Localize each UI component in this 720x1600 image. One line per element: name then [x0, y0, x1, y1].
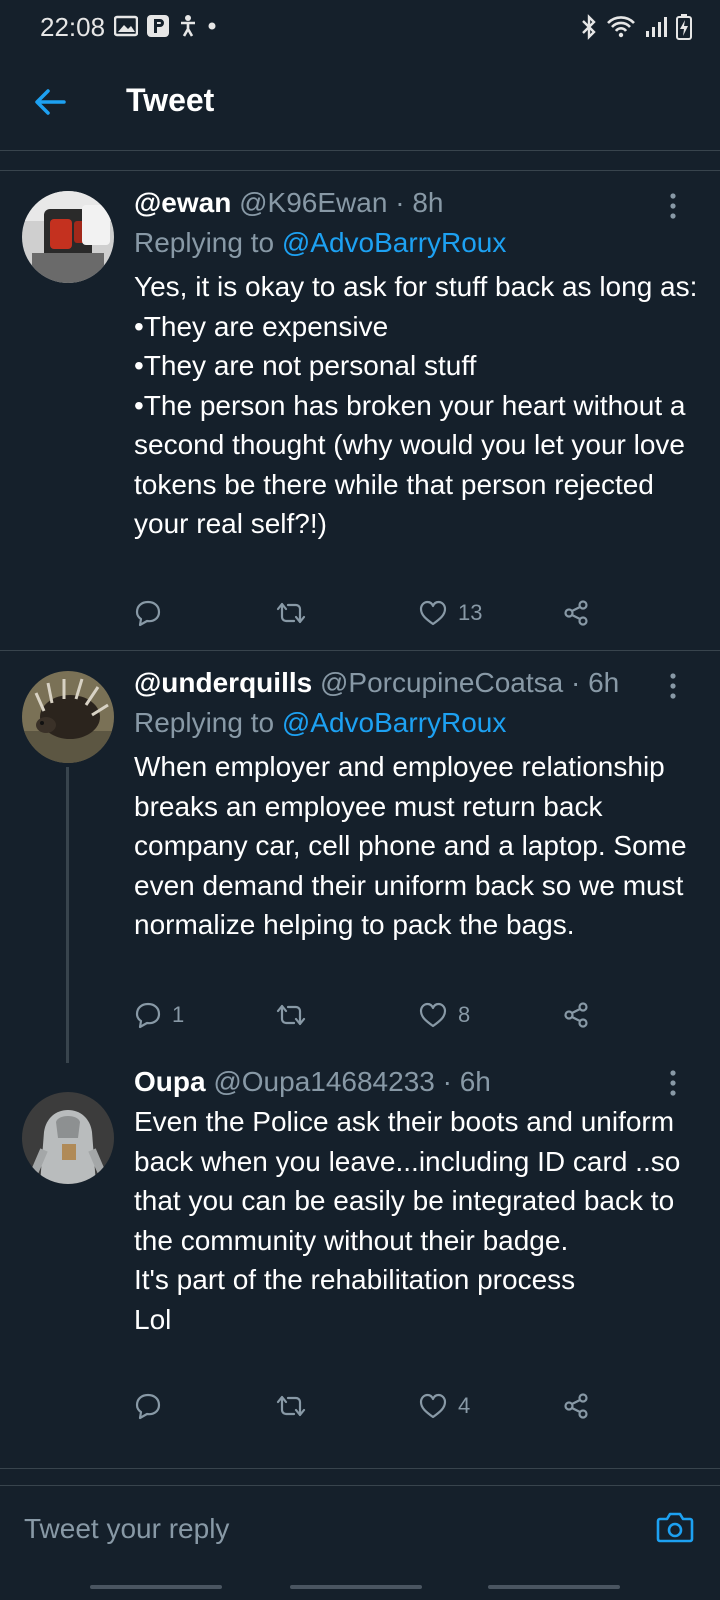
gallery-icon: [114, 15, 138, 37]
like-count: 13: [458, 600, 483, 625]
retweet-button[interactable]: [274, 593, 318, 633]
tweet-actions: 4: [134, 1386, 634, 1426]
more-vertical-icon: [670, 1070, 676, 1096]
like-button[interactable]: 4: [418, 1386, 470, 1426]
tweet-actions: 1 8: [134, 995, 634, 1035]
status-bar: 22:08: [0, 0, 720, 52]
tweet-header: @underquills @PorcupineCoatsa · 6h: [134, 667, 619, 699]
camera-button[interactable]: [656, 1510, 694, 1544]
more-options-button[interactable]: [665, 671, 681, 701]
battery-icon: [676, 14, 692, 40]
wifi-icon: [607, 16, 635, 38]
separator-dot: ·: [395, 187, 405, 218]
more-vertical-icon: [670, 673, 676, 699]
separator-dot: ·: [442, 1066, 452, 1097]
comment-icon: [135, 600, 161, 627]
nav-recents-indicator[interactable]: [488, 1585, 620, 1589]
tweet-text: Yes, it is okay to ask for stuff back as…: [134, 271, 698, 539]
user-display-name[interactable]: Oupa: [134, 1066, 206, 1097]
avatar[interactable]: [22, 191, 114, 283]
retweet-button[interactable]: [274, 1386, 318, 1426]
like-count: 4: [458, 1393, 471, 1418]
tweet-header: Oupa @Oupa14684233 · 6h: [134, 1066, 491, 1098]
dot-icon: [208, 22, 216, 30]
share-icon: [564, 1002, 588, 1028]
comment-icon: [135, 1393, 161, 1420]
tweet-header: @ewan @K96Ewan · 8h: [134, 187, 443, 219]
heart-icon: [419, 1393, 447, 1419]
status-left-icons: [114, 14, 218, 38]
reply-button[interactable]: [134, 593, 172, 633]
replying-to-label: Replying to: [134, 707, 275, 738]
tweet-actions: 13: [134, 593, 634, 633]
retweet-icon: [276, 602, 306, 624]
reply-button[interactable]: 1: [134, 995, 184, 1035]
tweet-text: Even the Police ask their boots and unif…: [134, 1106, 681, 1335]
nav-home-indicator[interactable]: [290, 1585, 422, 1589]
avatar[interactable]: [22, 1092, 114, 1184]
tweet-reply[interactable]: @underquills @PorcupineCoatsa · 6h Reply…: [0, 651, 720, 1063]
user-display-name[interactable]: @underquills: [134, 667, 312, 698]
user-display-name[interactable]: @ewan: [134, 187, 231, 218]
mention-link[interactable]: @AdvoBarryRoux: [282, 227, 507, 258]
retweet-button[interactable]: [274, 995, 318, 1035]
mention-link[interactable]: @AdvoBarryRoux: [282, 707, 507, 738]
user-handle[interactable]: @PorcupineCoatsa: [320, 667, 563, 698]
signal-icon: [646, 17, 667, 37]
divider: [0, 1468, 720, 1469]
nav-back-indicator[interactable]: [90, 1585, 222, 1589]
more-options-button[interactable]: [665, 191, 681, 221]
share-icon: [564, 1393, 588, 1419]
reply-count: 1: [172, 1002, 185, 1027]
tweet-age: 6h: [459, 1066, 491, 1097]
share-button[interactable]: [562, 995, 590, 1035]
accessibility-icon: [181, 15, 195, 37]
share-icon: [564, 600, 588, 626]
app-p-icon: [147, 15, 169, 37]
like-button[interactable]: 8: [418, 995, 470, 1035]
user-handle[interactable]: @K96Ewan: [239, 187, 387, 218]
share-button[interactable]: [562, 1386, 590, 1426]
back-button[interactable]: [30, 82, 70, 122]
share-button[interactable]: [562, 593, 590, 633]
tweet-reply[interactable]: Oupa @Oupa14684233 · 6h Even the Police …: [0, 1060, 720, 1470]
retweet-icon: [276, 1395, 306, 1417]
more-vertical-icon: [670, 193, 676, 219]
separator-dot: ·: [571, 667, 581, 698]
status-time: 22:08: [40, 12, 106, 42]
top-app-bar: Tweet: [0, 52, 720, 151]
tweet-text: When employer and employee relationship …: [134, 751, 687, 940]
bluetooth-icon: [582, 14, 596, 40]
heart-icon: [419, 600, 447, 626]
replying-to-label: Replying to: [134, 227, 275, 258]
reply-button[interactable]: [134, 1386, 172, 1426]
heart-icon: [419, 1002, 447, 1028]
replying-to: Replying to @AdvoBarryRoux: [134, 707, 506, 739]
tweet-age: 6h: [588, 667, 620, 698]
like-count: 8: [458, 1002, 471, 1027]
arrow-left-icon: [35, 89, 66, 115]
system-nav-bar: [0, 1540, 720, 1600]
like-button[interactable]: 13: [418, 593, 482, 633]
camera-icon: [656, 1512, 694, 1543]
avatar[interactable]: [22, 671, 114, 763]
thread-line: [66, 767, 69, 1063]
page-title: Tweet: [126, 82, 215, 118]
status-right-icons: [580, 14, 692, 40]
tweet-age: 8h: [412, 187, 444, 218]
user-handle[interactable]: @Oupa14684233: [213, 1066, 435, 1097]
retweet-icon: [276, 1004, 306, 1026]
more-options-button[interactable]: [665, 1068, 681, 1098]
comment-icon: [135, 1002, 161, 1029]
replying-to: Replying to @AdvoBarryRoux: [134, 227, 506, 259]
tweet-reply[interactable]: @ewan @K96Ewan · 8h Replying to @AdvoBar…: [0, 171, 720, 649]
